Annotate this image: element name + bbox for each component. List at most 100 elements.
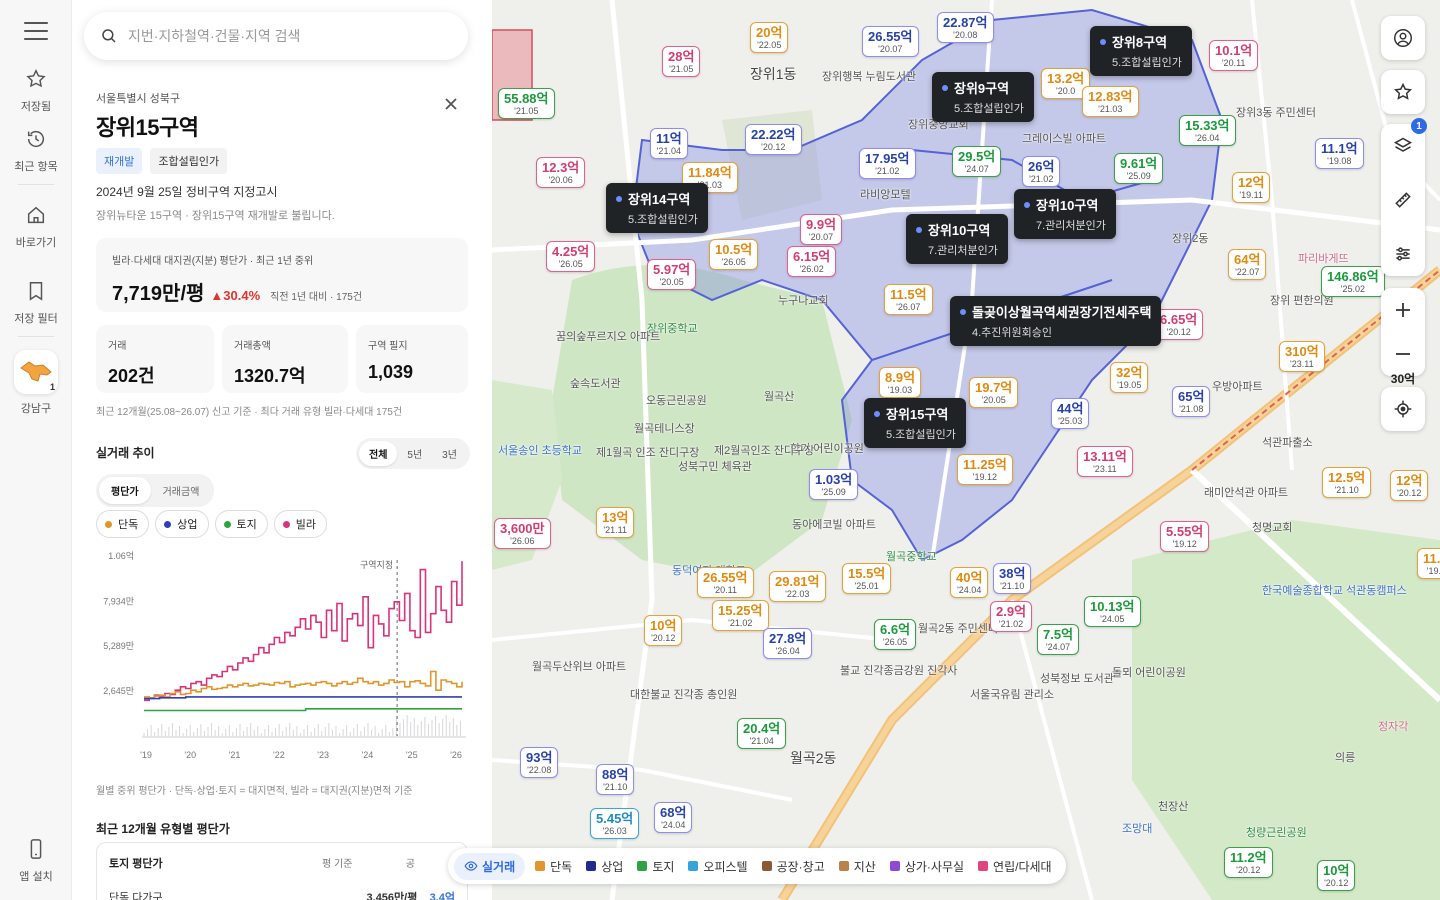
settings-slider-button[interactable] [1381, 232, 1425, 276]
price-pin[interactable]: 2.9억 '21.02 [990, 601, 1033, 632]
price-pin[interactable]: 12억 '20.12 [1390, 470, 1429, 501]
price-pin[interactable]: 5.55억 '19.12 [1160, 521, 1210, 552]
price-pin[interactable]: 1.03억 '25.09 [809, 469, 859, 500]
rail-item-gangnam[interactable]: 1 강남구 [0, 350, 72, 416]
search-box[interactable] [84, 12, 468, 60]
price-pin[interactable]: 22.22억 '20.12 [745, 124, 802, 155]
price-pin[interactable]: 15.5억 '25.01 [842, 563, 892, 594]
price-pin[interactable]: 7.5억 '24.07 [1037, 624, 1080, 655]
zoom-in-button[interactable] [1381, 288, 1425, 332]
filter-chip[interactable]: 토지 [631, 854, 680, 879]
price-pin[interactable]: 4.25억 '26.05 [546, 241, 596, 272]
price-pin[interactable]: 310억 '23.11 [1279, 341, 1325, 372]
price-pin[interactable]: 12.3억 '20.06 [536, 157, 586, 188]
filter-chip[interactable]: 오피스텔 [682, 854, 753, 879]
price-pin[interactable]: 12억 '19.11 [1232, 172, 1271, 203]
rail-item-shortcut[interactable]: 바로가기 [0, 202, 72, 250]
rail-item-filter[interactable]: 저장 필터 [0, 278, 72, 326]
price-pin[interactable]: 146.86억 '25.02 [1321, 266, 1385, 297]
period-3y-button[interactable]: 3년 [432, 441, 467, 466]
price-pin[interactable]: 28억 '21.05 [662, 46, 701, 77]
my-location-button[interactable] [1381, 387, 1425, 431]
price-pin[interactable]: 32억 '19.05 [1110, 362, 1149, 393]
price-pin[interactable]: 38억 '21.10 [993, 563, 1032, 594]
favorite-button[interactable] [1381, 70, 1425, 114]
price-pin[interactable]: 29.81억 '22.03 [769, 571, 826, 602]
price-pin[interactable]: 11.97'19.03 [1417, 548, 1440, 579]
menu-icon[interactable] [24, 22, 48, 42]
price-pin[interactable]: 26.55억 '20.07 [862, 26, 919, 57]
filter-chip[interactable]: 단독 [529, 854, 578, 879]
filter-chip[interactable]: 상업 [580, 854, 629, 879]
price-pin[interactable]: 12.83억 '21.03 [1082, 86, 1139, 117]
price-pin[interactable]: 15.33억 '26.04 [1179, 115, 1236, 146]
price-pin[interactable]: 29.5억 '24.07 [952, 146, 1002, 177]
price-pin[interactable]: 10.13억 '24.05 [1084, 596, 1141, 627]
price-pin[interactable]: 13억 '21.11 [596, 507, 635, 538]
price-pin[interactable]: 17.95억 '21.02 [859, 148, 916, 179]
metric-amount-button[interactable]: 거래금액 [151, 477, 212, 504]
price-pin[interactable]: 88억 '21.10 [596, 764, 635, 795]
price-pin[interactable]: 19.7억 '20.05 [969, 377, 1019, 408]
zone-label[interactable]: 장위10구역 7.관리처분인가 [906, 214, 1008, 264]
price-pin[interactable]: 10.1억 '20.11 [1209, 40, 1259, 71]
price-pin[interactable]: 64억 '22.07 [1228, 249, 1267, 280]
price-pin[interactable]: 11.2억 '20.12 [1224, 847, 1273, 878]
price-pin[interactable]: 20.4억 '21.04 [737, 718, 787, 749]
price-pin[interactable]: 6.15억 '26.02 [787, 246, 837, 277]
price-pin[interactable]: 44억 '25.03 [1051, 398, 1090, 429]
zone-label[interactable]: 장위15구역 5.조합설립인가 [864, 398, 966, 448]
filter-chip[interactable]: 공장·창고 [756, 854, 831, 879]
ruler-button[interactable] [1381, 178, 1425, 222]
price-pin[interactable]: 11.5억 '26.07 [884, 284, 933, 315]
legend-chip-villa[interactable]: 빌라 [273, 510, 327, 538]
filter-chip[interactable]: 지산 [833, 854, 882, 879]
price-pin[interactable]: 93억 '22.08 [520, 747, 559, 778]
legend-chip-detached[interactable]: 단독 [96, 510, 150, 538]
rail-item-app[interactable]: 앱 설치 [0, 836, 72, 884]
search-input[interactable] [128, 28, 428, 44]
rail-item-recent[interactable]: 최근 항목 [0, 126, 72, 174]
price-pin[interactable]: 6.65억 '20.12 [1154, 309, 1204, 340]
price-pin[interactable]: 12.5억 '21.10 [1322, 467, 1372, 498]
zone-label[interactable]: 장위9구역 5.조합설립인가 [932, 72, 1034, 122]
price-pin[interactable]: 8.9억 '19.03 [879, 367, 922, 398]
price-pin[interactable]: 40억 '24.04 [950, 567, 989, 598]
filter-chip[interactable]: 상가·사무실 [884, 854, 970, 879]
price-pin[interactable]: 10.5억 '26.05 [709, 239, 759, 270]
price-pin[interactable]: 65억 '21.08 [1172, 386, 1211, 417]
rail-item-saved[interactable]: 저장됨 [0, 66, 72, 114]
price-pin[interactable]: 10억 '20.12 [1317, 860, 1356, 891]
price-pin[interactable]: 55.88억 '21.05 [498, 88, 555, 119]
filter-chip[interactable]: 연립/다세대 [972, 854, 1058, 879]
price-pin[interactable]: 15.25억 '21.02 [712, 600, 769, 631]
zone-label[interactable]: 장위14구역 5.조합설립인가 [606, 183, 708, 233]
price-pin[interactable]: 6.6억 '26.05 [874, 619, 917, 650]
price-pin[interactable]: 11.25억 '19.12 [957, 454, 1013, 485]
zone-label[interactable]: 장위10구역 7.관리처분인가 [1014, 189, 1116, 239]
account-button[interactable] [1381, 16, 1425, 60]
price-pin[interactable]: 68억 '24.04 [654, 802, 693, 833]
price-pin[interactable]: 9.61억 '25.09 [1114, 153, 1164, 184]
price-pin[interactable]: 5.45억 '26.03 [590, 808, 640, 839]
period-5y-button[interactable]: 5년 [397, 441, 432, 466]
price-pin[interactable]: 9.9억 '20.07 [800, 214, 843, 245]
period-all-button[interactable]: 전체 [359, 441, 398, 466]
price-pin[interactable]: 11억 '21.04 [650, 128, 688, 159]
real-trade-toggle[interactable]: 실거래 [454, 852, 526, 880]
legend-chip-land[interactable]: 토지 [214, 510, 268, 538]
zone-label[interactable]: 돌곶이상월곡역세권장기전세주택 4.추진위원회승인 [950, 296, 1162, 346]
price-pin[interactable]: 26억 '21.02 [1022, 156, 1061, 187]
price-pin[interactable]: 11.1억 '19.08 [1315, 138, 1364, 169]
metric-unit-price-button[interactable]: 평단가 [99, 477, 151, 504]
price-pin[interactable]: 5.97억 '20.05 [647, 259, 697, 290]
price-pin[interactable]: 27.8억 '26.04 [763, 628, 813, 659]
price-pin[interactable]: 20억 '22.05 [750, 22, 789, 53]
map-canvas[interactable]: 장위1동 장위행복 누림도서관 장위중앙교회 그레이스빌 아파트 라비앙모텔 누구나교회 장… [492, 0, 1440, 900]
price-pin[interactable]: 26.55억 '20.11 [697, 567, 754, 598]
price-pin[interactable]: 13.11억 '23.11 [1077, 446, 1133, 477]
zone-label[interactable]: 장위8구역 5.조합설립인가 [1090, 26, 1192, 76]
legend-chip-commercial[interactable]: 상업 [155, 510, 209, 538]
price-pin[interactable]: 3,600만 '26.06 [494, 518, 551, 549]
close-icon[interactable] [442, 95, 460, 113]
